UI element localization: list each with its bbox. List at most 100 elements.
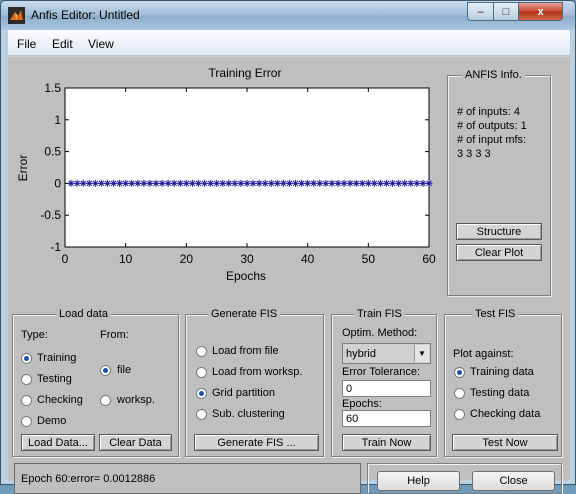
input-mfs-label: # of input mfs: — [457, 134, 527, 146]
data-point — [85, 179, 93, 187]
data-point — [213, 179, 221, 187]
plot-testing-data-radio[interactable] — [454, 388, 465, 399]
menu-file[interactable]: File — [17, 37, 36, 51]
data-point — [249, 179, 257, 187]
plot-checking-data-label: Checking data — [470, 408, 541, 420]
title-bar[interactable]: Anfis Editor: Untitled – □ x — [1, 1, 575, 30]
source-file-label: file — [117, 364, 132, 376]
minimize-button[interactable]: – — [467, 2, 494, 21]
type-training-label: Training — [37, 352, 77, 364]
load-from-file-radio[interactable] — [196, 346, 207, 357]
data-point — [413, 179, 421, 187]
optim-method-select[interactable]: hybrid ▼ — [342, 343, 431, 364]
x-axis-label: Epochs — [226, 269, 266, 283]
data-point — [188, 179, 196, 187]
input-mfs-values: 3 3 3 3 — [457, 148, 491, 160]
sub-clustering-label: Sub. clustering — [212, 408, 285, 420]
menu-bar: File Edit View — [8, 30, 570, 56]
plot-training-data-radio[interactable] — [454, 367, 465, 378]
x-tick-label: 60 — [422, 252, 436, 266]
data-point — [237, 179, 245, 187]
help-button[interactable]: Help — [377, 471, 460, 491]
client-area: File Edit View Training Error -1 -0.5 0 0.5… — [8, 30, 570, 494]
type-checking-label: Checking — [37, 394, 83, 406]
y-tick-label: 0.5 — [44, 145, 61, 159]
anfis-editor-window: Anfis Editor: Untitled – □ x File Edit V… — [0, 0, 576, 494]
type-demo-radio[interactable] — [21, 416, 32, 427]
plot-against-label: Plot against: — [453, 348, 514, 360]
data-point — [243, 179, 251, 187]
x-tick-label: 20 — [180, 252, 194, 266]
data-point — [194, 179, 202, 187]
menu-view[interactable]: View — [88, 37, 114, 51]
structure-button[interactable]: Structure — [456, 223, 542, 240]
data-point — [134, 179, 142, 187]
sub-clustering-radio[interactable] — [196, 409, 207, 420]
train-now-button[interactable]: Train Now — [342, 434, 431, 451]
x-tick-label: 40 — [301, 252, 315, 266]
plot-title: Training Error — [209, 66, 282, 80]
matlab-logo-icon — [8, 7, 25, 24]
load-data-button[interactable]: Load Data... — [21, 434, 95, 451]
y-tick-label: -0.5 — [40, 208, 61, 222]
type-training-radio[interactable] — [21, 353, 32, 364]
inputs-count: # of inputs: 4 — [457, 106, 520, 118]
x-tick-label: 0 — [62, 252, 69, 266]
close-button[interactable]: Close — [472, 471, 555, 491]
data-point — [103, 179, 111, 187]
data-point — [152, 179, 160, 187]
data-point — [110, 179, 118, 187]
anfis-info-panel: ANFIS Info. # of inputs: 4 # of outputs:… — [447, 69, 551, 296]
grid-partition-radio[interactable] — [196, 388, 207, 399]
data-point — [79, 179, 87, 187]
test-fis-panel: Test FIS Plot against: Training data Tes… — [444, 308, 562, 457]
maximize-button[interactable]: □ — [493, 2, 519, 21]
close-icon: x — [537, 5, 544, 18]
y-tick-label: 1 — [54, 113, 61, 127]
x-tick-label: 50 — [362, 252, 376, 266]
optim-method-value: hybrid — [346, 347, 376, 360]
y-tick-label: -1 — [50, 240, 61, 254]
plot-checking-data-radio[interactable] — [454, 409, 465, 420]
clear-data-button[interactable]: Clear Data — [99, 434, 172, 451]
data-point — [128, 179, 136, 187]
epochs-input[interactable]: 60 — [342, 410, 431, 427]
error-tolerance-label: Error Tolerance: — [342, 366, 421, 378]
data-point — [97, 179, 105, 187]
error-tolerance-input[interactable]: 0 — [342, 380, 431, 397]
data-point — [182, 179, 190, 187]
figure-area: Training Error -1 -0.5 0 0.5 1 1.5 0 10 20 30 40 5… — [8, 57, 570, 494]
status-message: Epoch 60:error= 0.0012886 — [14, 463, 361, 494]
type-demo-label: Demo — [37, 415, 67, 427]
type-testing-radio[interactable] — [21, 374, 32, 385]
data-point — [201, 179, 209, 187]
clear-plot-button[interactable]: Clear Plot — [456, 244, 542, 261]
type-checking-radio[interactable] — [21, 395, 32, 406]
load-data-panel: Load data Type: From: Training Testing C… — [12, 308, 179, 457]
window-title: Anfis Editor: Untitled — [31, 8, 140, 22]
generate-fis-button[interactable]: Generate FIS ... — [194, 434, 319, 451]
grid-partition-label: Grid partition — [212, 387, 275, 399]
plot-axes — [64, 87, 430, 248]
train-fis-panel: Train FIS Optim. Method: hybrid ▼ Error … — [331, 308, 437, 457]
data-point — [170, 179, 178, 187]
source-workspace-radio[interactable] — [100, 395, 111, 406]
optim-method-label: Optim. Method: — [342, 327, 418, 339]
type-label: Type: — [21, 329, 48, 341]
source-file-radio[interactable] — [100, 365, 111, 376]
menu-edit[interactable]: Edit — [52, 37, 73, 51]
generate-fis-panel: Generate FIS Load from file Load from wo… — [185, 308, 324, 457]
minimize-icon: – — [477, 5, 484, 18]
test-now-button[interactable]: Test Now — [452, 434, 558, 451]
load-from-file-label: Load from file — [212, 345, 279, 357]
data-point — [225, 179, 233, 187]
plot-training-data-label: Training data — [470, 366, 534, 378]
close-window-button[interactable]: x — [518, 2, 563, 21]
load-from-workspace-label: Load from worksp. — [212, 366, 303, 378]
x-tick-label: 10 — [119, 252, 133, 266]
y-axis-label: Error — [16, 155, 30, 182]
data-point — [73, 179, 81, 187]
load-from-workspace-radio[interactable] — [196, 367, 207, 378]
y-tick-label: 1.5 — [44, 81, 61, 95]
data-point — [146, 179, 154, 187]
